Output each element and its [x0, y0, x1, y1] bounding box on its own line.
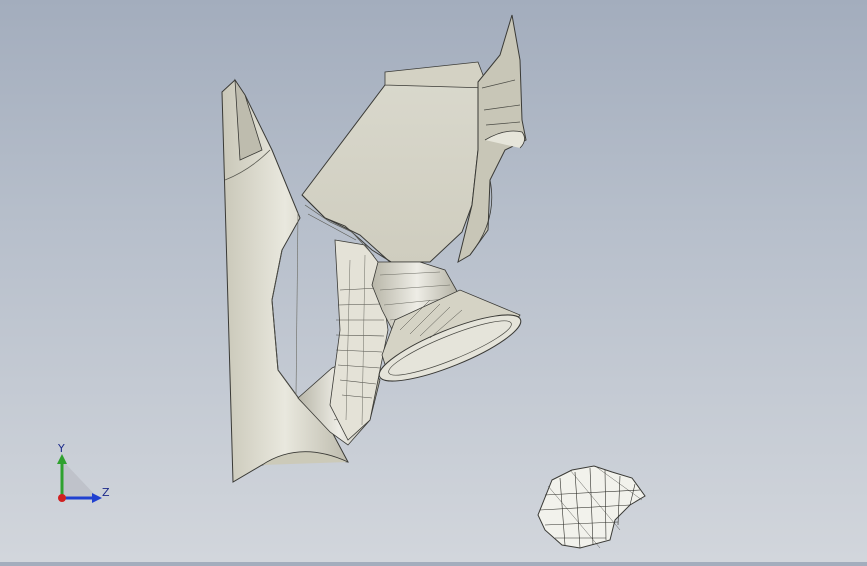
upper-housing[interactable] — [301, 61, 489, 266]
z-axis-label: Z — [102, 486, 110, 499]
triad-axes — [57, 454, 102, 503]
graphics-viewport[interactable]: Y Z — [0, 0, 867, 562]
model-view[interactable] — [0, 0, 867, 562]
orientation-triad: Y Z — [40, 440, 120, 510]
flange-neck[interactable] — [371, 261, 527, 393]
y-axis-label: Y — [58, 442, 65, 455]
mesh-part[interactable] — [537, 465, 646, 549]
